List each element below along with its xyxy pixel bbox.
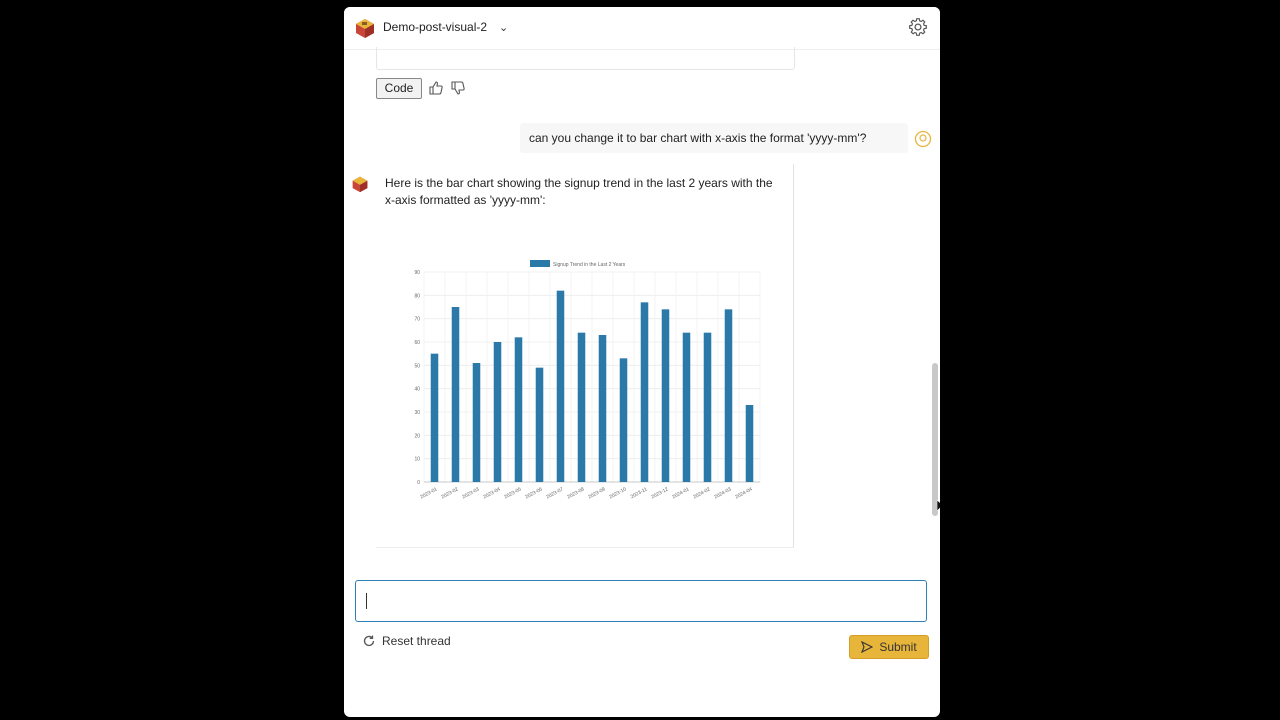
y-tick-label: 0 — [417, 480, 420, 486]
bar — [640, 302, 649, 482]
y-tick-label: 10 — [414, 457, 420, 463]
x-tick-label: 2023-12 — [650, 486, 669, 500]
y-tick-label: 80 — [414, 293, 420, 299]
bar — [535, 367, 544, 482]
x-tick-label: 2024-02 — [692, 486, 711, 500]
bar — [451, 307, 460, 482]
bar — [598, 335, 607, 482]
bar — [703, 332, 712, 482]
y-tick-label: 50 — [414, 363, 420, 369]
reset-thread-button[interactable]: Reset thread — [362, 634, 451, 648]
x-tick-label: 2023-05 — [503, 486, 522, 500]
bar — [493, 342, 502, 482]
bar — [619, 358, 628, 482]
x-tick-label: 2023-03 — [461, 486, 480, 500]
x-tick-label: 2023-04 — [482, 486, 501, 500]
scrollbar-thumb[interactable] — [932, 363, 938, 516]
gear-icon[interactable] — [908, 17, 928, 37]
submit-button[interactable]: Submit — [849, 635, 929, 659]
y-tick-label: 70 — [414, 317, 420, 323]
bar — [745, 405, 754, 482]
bar — [682, 332, 691, 482]
x-tick-label: 2023-10 — [608, 486, 627, 500]
x-tick-label: 2023-02 — [440, 486, 459, 500]
bar — [724, 309, 733, 482]
logo-icon — [356, 19, 374, 38]
app-header: Demo-post-visual-2 ⌄ — [344, 7, 940, 50]
signup-bar-chart: 0 10 20 30 40 50 60 70 80 90 2023-01 2023-02 2023-03… — [414, 260, 761, 500]
user-avatar-icon — [914, 130, 932, 148]
legend-swatch — [530, 260, 550, 267]
submit-label: Submit — [879, 640, 917, 654]
chevron-down-icon[interactable]: ⌄ — [499, 21, 508, 34]
bot-avatar-icon — [352, 176, 368, 193]
code-button[interactable]: Code — [376, 78, 422, 99]
x-tick-label: 2023-09 — [587, 486, 606, 500]
y-tick-label: 20 — [414, 433, 420, 439]
x-tick-label: 2024-03 — [713, 486, 732, 500]
refresh-icon — [363, 635, 375, 647]
send-icon — [861, 641, 874, 653]
x-tick-label: 2023-07 — [545, 486, 564, 500]
bar — [514, 337, 523, 482]
bot-message-text: Here is the bar chart showing the signup… — [385, 176, 773, 207]
bar — [430, 353, 439, 482]
y-tick-label: 30 — [414, 410, 420, 416]
message-input[interactable] — [355, 580, 927, 622]
legend-label: Signup Trend in the Last 2 Years — [553, 262, 626, 268]
x-tick-label: 2023-01 — [419, 486, 438, 500]
y-tick-label: 60 — [414, 340, 420, 346]
user-message-text: can you change it to bar chart with x-ax… — [529, 131, 867, 145]
app-title[interactable]: Demo-post-visual-2 — [383, 20, 487, 34]
bar — [577, 332, 586, 482]
x-tick-label: 2023-06 — [524, 486, 543, 500]
previous-message-card — [376, 47, 795, 70]
bar — [472, 363, 481, 482]
bar — [556, 290, 565, 482]
thumbs-up-icon[interactable] — [428, 80, 444, 96]
x-tick-label: 2023-11 — [630, 486, 649, 500]
reset-thread-label: Reset thread — [382, 634, 451, 648]
y-tick-label: 90 — [414, 270, 420, 276]
bar — [661, 309, 670, 482]
x-tick-label: 2024-04 — [734, 486, 753, 500]
mouse-pointer-icon — [937, 500, 940, 512]
thumbs-down-icon[interactable] — [450, 80, 466, 96]
x-tick-label: 2023-08 — [566, 486, 585, 500]
chat-window: Demo-post-visual-2 ⌄ Code can you change… — [344, 7, 940, 717]
text-caret — [366, 593, 367, 609]
x-tick-label: 2024-01 — [671, 486, 690, 500]
y-tick-label: 40 — [414, 387, 420, 393]
